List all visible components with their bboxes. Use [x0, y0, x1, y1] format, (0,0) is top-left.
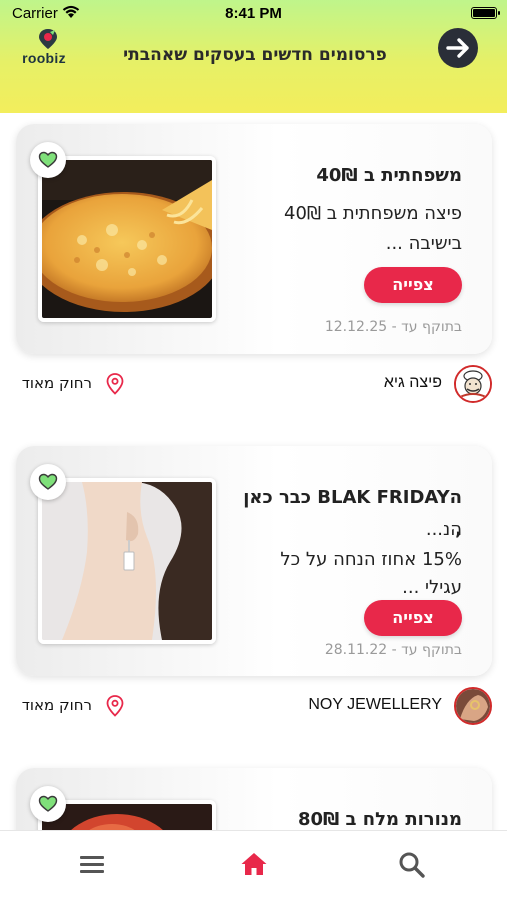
view-button[interactable]: צפייה: [364, 267, 462, 303]
deal-description-line: פיצה משפחתית ב 40₪: [284, 203, 462, 224]
location-pin-icon: [106, 373, 124, 395]
heart-icon: [38, 473, 58, 490]
search-icon[interactable]: [398, 851, 426, 879]
arrow-right-icon: [446, 38, 469, 58]
deal-image[interactable]: [38, 156, 216, 322]
jewellery-logo-image: [456, 689, 490, 723]
deal-title: משפחתית ב 40₪: [316, 165, 462, 186]
home-icon[interactable]: [240, 851, 268, 877]
deal-image[interactable]: [38, 478, 216, 644]
business-name[interactable]: NOY JEWELLERY: [250, 696, 442, 714]
heart-icon: [38, 795, 58, 812]
deal-description-line: בישיבה ...: [385, 233, 462, 254]
deal-title-line: הנ...: [425, 519, 462, 540]
distance-label: רחוק מאוד: [21, 696, 92, 714]
bottom-nav: [0, 830, 507, 900]
pizza-image: [42, 160, 212, 318]
view-button[interactable]: צפייה: [364, 600, 462, 636]
valid-until-text: בתוקף עד - 28.11.22: [324, 642, 462, 658]
distance-label: רחוק מאוד: [21, 374, 92, 392]
forward-button[interactable]: [438, 28, 478, 68]
menu-icon[interactable]: [80, 853, 106, 875]
logo-text: roobiz: [22, 50, 66, 66]
chef-logo-image: [456, 367, 490, 401]
heart-icon: [38, 151, 58, 168]
favorite-button[interactable]: [30, 464, 66, 500]
logo-pin-icon: [39, 29, 57, 49]
business-row: פיצה גיא רחוק מאוד: [0, 365, 507, 405]
deal-card[interactable]: הBLAK FRIDAY כבר כאן , הנ... 15% אחוז הנ…: [16, 446, 492, 676]
battery-icon: [471, 7, 500, 19]
business-avatar[interactable]: [454, 365, 492, 403]
deal-card[interactable]: משפחתית ב 40₪ פיצה משפחתית ב 40₪ בישיבה …: [16, 124, 492, 354]
status-time: 8:41 PM: [225, 5, 282, 22]
favorite-button[interactable]: [30, 142, 66, 178]
business-avatar[interactable]: [454, 687, 492, 725]
business-row: NOY JEWELLERY רחוק מאוד: [0, 687, 507, 727]
top-header: Carrier 8:41 PM roobiz פרסומים חדשים בעס…: [0, 0, 507, 113]
business-name[interactable]: פיצה גיא: [250, 374, 442, 392]
valid-until-text: בתוקף עד - 12.12.25: [324, 319, 462, 335]
location-pin-icon: [106, 695, 124, 717]
page-title: פרסומים חדשים בעסקים שאהבתי: [123, 45, 387, 65]
status-bar: Carrier 8:41 PM: [0, 0, 507, 28]
earring-model-image: [42, 482, 212, 640]
app-logo: roobiz: [14, 28, 74, 68]
favorite-button[interactable]: [30, 786, 66, 822]
